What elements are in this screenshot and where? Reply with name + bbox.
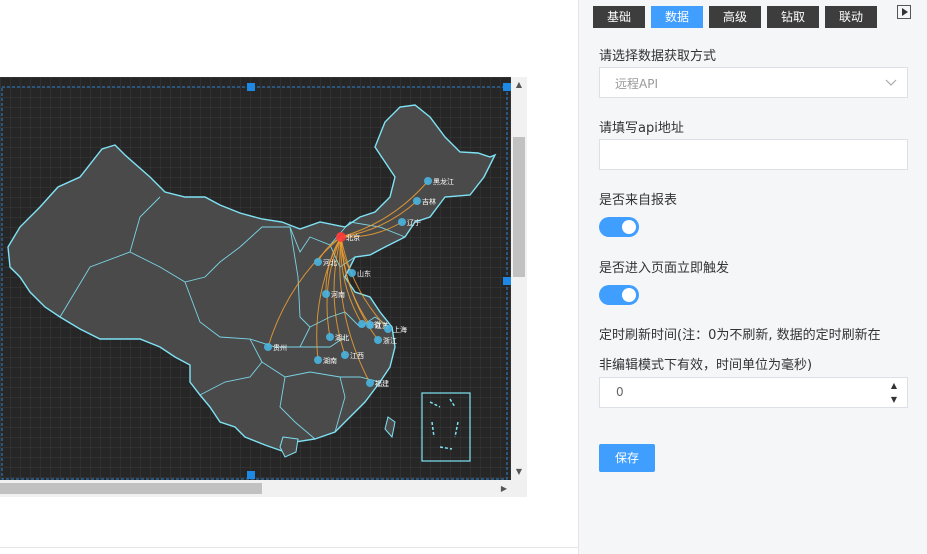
tab-advanced[interactable]: 高级 <box>709 6 761 28</box>
city-node <box>358 320 366 328</box>
divider <box>0 547 578 548</box>
city-node <box>326 333 334 341</box>
city-label: 辽宁 <box>407 218 421 227</box>
map-viewport: 北京河北山东辽宁吉林黑龙江河南安徽江苏上海浙江湖北湖南江西福建贵州 <box>0 77 511 480</box>
city-node <box>366 379 374 387</box>
city-label: 福建 <box>375 379 389 388</box>
map-component-frame[interactable]: 北京河北山东辽宁吉林黑龙江河南安徽江苏上海浙江湖北湖南江西福建贵州 ▲ ▼ ▶ <box>0 77 527 497</box>
source-select-value: 远程API <box>615 77 658 91</box>
tab-data[interactable]: 数据 <box>651 6 703 28</box>
city-label: 湖北 <box>335 333 349 342</box>
vertical-scrollbar[interactable]: ▲ ▼ <box>511 77 527 480</box>
decrement-icon[interactable]: ▼ <box>887 393 901 407</box>
panel-tabs: 基础 数据 高级 钻取 联动 <box>579 0 927 32</box>
refresh-interval-input[interactable]: 0 ▲ ▼ <box>599 377 908 408</box>
trigger-label: 是否进入页面立即触发 <box>599 261 730 276</box>
toggle-knob <box>622 220 636 234</box>
city-label: 上海 <box>393 325 407 334</box>
city-label: 河北 <box>323 259 337 267</box>
api-label: 请填写api地址 <box>599 121 684 136</box>
horizontal-scroll-thumb[interactable] <box>0 483 262 494</box>
vertical-scroll-thumb[interactable] <box>513 137 525 277</box>
city-label: 吉林 <box>422 197 436 206</box>
refresh-label-line2: 非编辑模式下有效，时间单位为毫秒) <box>599 358 813 373</box>
design-canvas-area: 北京河北山东辽宁吉林黑龙江河南安徽江苏上海浙江湖北湖南江西福建贵州 ▲ ▼ ▶ <box>0 0 578 554</box>
city-node <box>384 325 392 333</box>
city-label: 北京 <box>346 233 360 242</box>
city-node <box>314 356 322 364</box>
properties-panel: 基础 数据 高级 钻取 联动 请选择数据获取方式 远程API 请填写api地址 … <box>578 0 927 554</box>
china-map-chart: 北京河北山东辽宁吉林黑龙江河南安徽江苏上海浙江湖北湖南江西福建贵州 <box>0 77 511 480</box>
city-node <box>413 197 421 205</box>
source-label: 请选择数据获取方式 <box>599 49 717 64</box>
city-label: 浙江 <box>383 336 397 345</box>
city-node <box>341 351 349 359</box>
city-label: 江西 <box>350 352 364 360</box>
city-label: 黑龙江 <box>433 177 454 186</box>
scroll-down-arrow-icon[interactable]: ▼ <box>511 464 527 480</box>
source-select[interactable]: 远程API <box>599 67 908 98</box>
city-label: 河南 <box>331 290 345 299</box>
from-report-label: 是否来自报表 <box>599 193 678 208</box>
increment-icon[interactable]: ▲ <box>887 379 901 393</box>
chevron-down-icon <box>885 79 897 86</box>
save-button[interactable]: 保存 <box>599 444 655 472</box>
city-node <box>264 343 272 351</box>
city-node <box>374 336 382 344</box>
city-node <box>366 321 374 329</box>
city-label: 贵州 <box>273 343 287 352</box>
api-url-input[interactable] <box>599 139 908 170</box>
city-node <box>424 177 432 185</box>
from-report-toggle[interactable] <box>599 217 639 237</box>
city-node <box>314 258 322 266</box>
toggle-knob <box>622 288 636 302</box>
trigger-toggle[interactable] <box>599 285 639 305</box>
city-node <box>348 269 356 277</box>
city-label: 湖南 <box>323 356 337 365</box>
city-node <box>336 232 346 242</box>
scroll-up-arrow-icon[interactable]: ▲ <box>511 77 527 93</box>
refresh-interval-value: 0 <box>616 385 624 399</box>
tab-linkage[interactable]: 联动 <box>825 6 877 28</box>
expand-panel-icon[interactable] <box>897 5 911 19</box>
refresh-label-line1: 定时刷新时间(注：0为不刷新, 数据的定时刷新在 <box>599 328 881 343</box>
tab-drilldown[interactable]: 钻取 <box>767 6 819 28</box>
city-node <box>398 218 406 226</box>
horizontal-scrollbar[interactable]: ▶ <box>0 480 511 497</box>
city-label: 山东 <box>357 269 371 278</box>
scroll-right-arrow-icon[interactable]: ▶ <box>501 480 507 497</box>
tab-basic[interactable]: 基础 <box>593 6 645 28</box>
number-stepper[interactable]: ▲ ▼ <box>887 379 901 407</box>
city-node <box>322 290 330 298</box>
